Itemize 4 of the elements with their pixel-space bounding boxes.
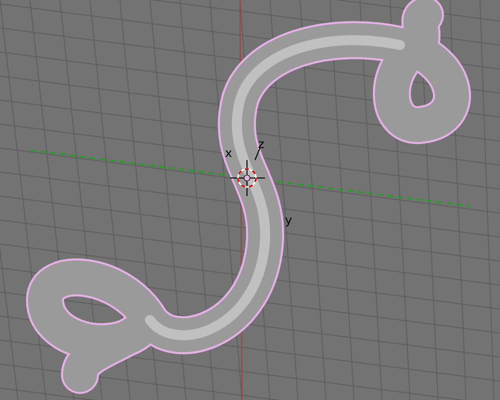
axis-label: x: [225, 146, 232, 160]
axis-label: y: [285, 213, 292, 227]
axis-label: z: [258, 137, 264, 151]
3d-cursor-icon: [230, 160, 266, 196]
